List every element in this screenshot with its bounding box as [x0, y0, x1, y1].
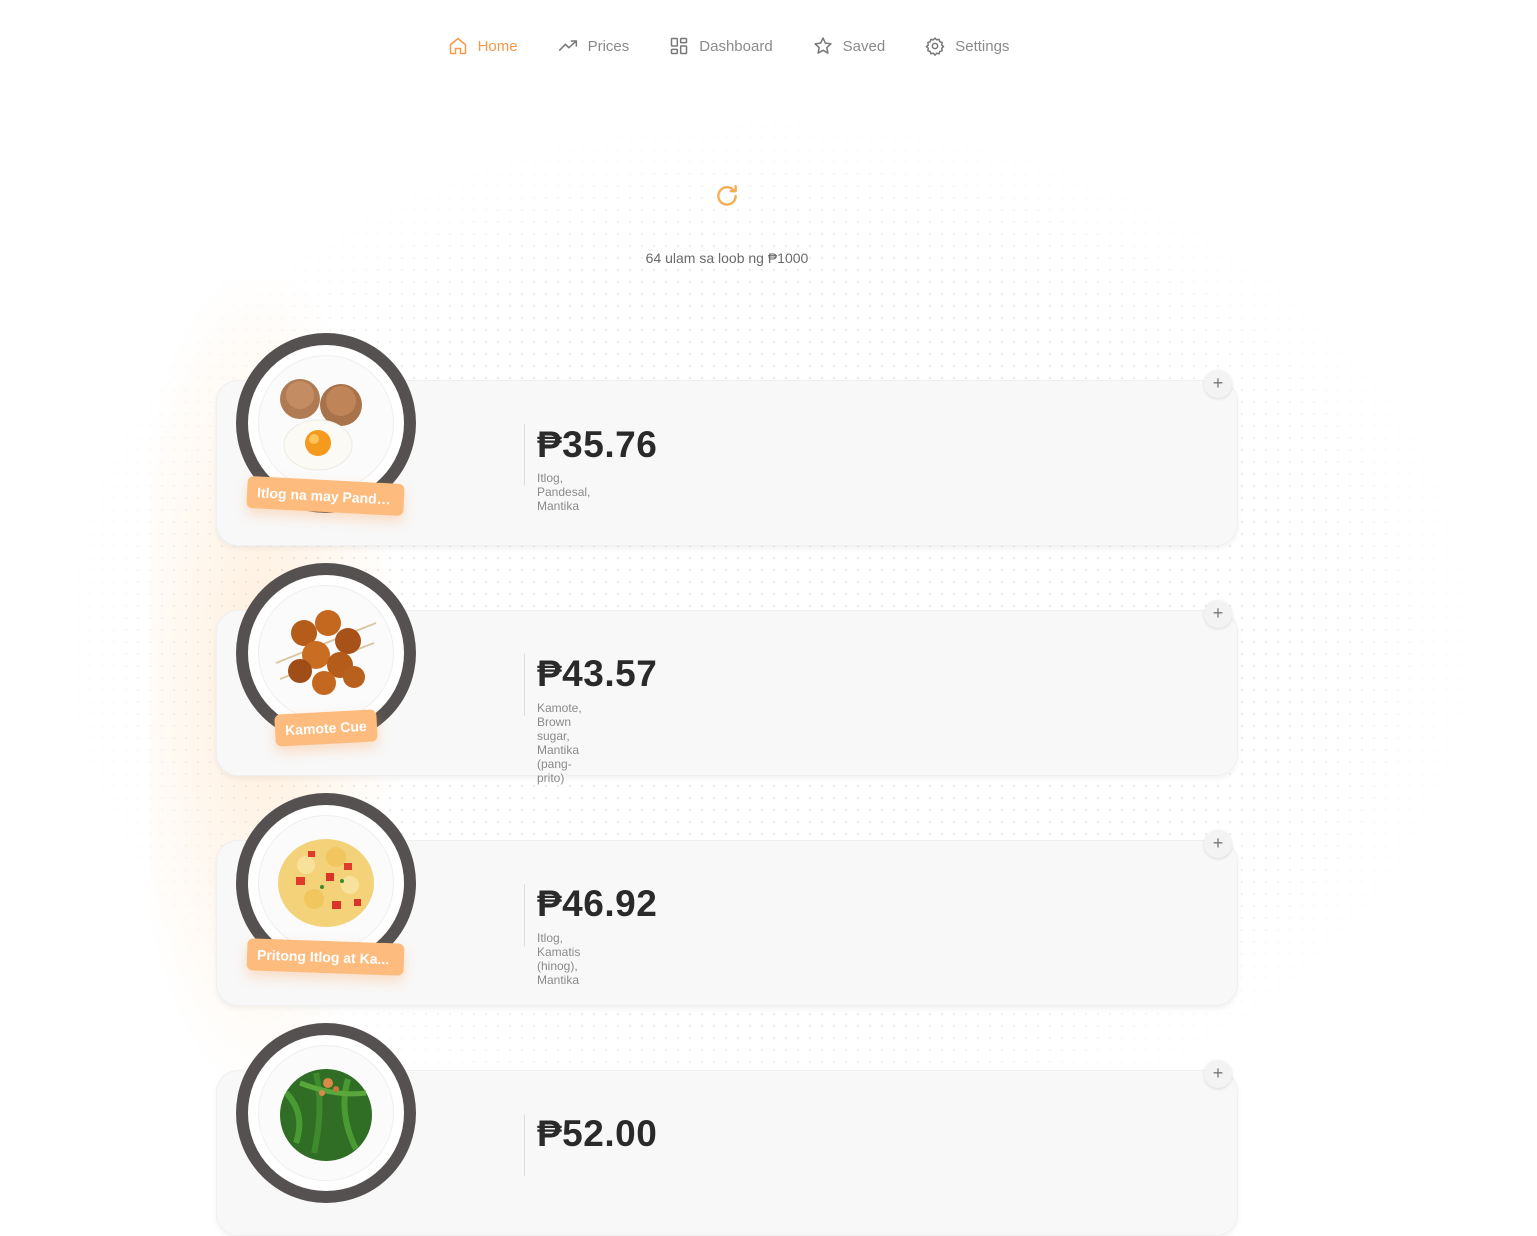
card-divider: [524, 1114, 525, 1176]
nav-item-settings[interactable]: Settings: [905, 30, 1029, 62]
nav-item-dashboard[interactable]: Dashboard: [649, 30, 792, 62]
add-button[interactable]: +: [1204, 600, 1232, 628]
add-button[interactable]: +: [1204, 830, 1232, 858]
dish-price: ₱43.57: [537, 653, 658, 694]
card-divider: [524, 424, 525, 486]
dish-ingredients: Itlog, Kamatis (hinog), Mantika: [537, 931, 581, 987]
card-divider: [524, 884, 525, 946]
add-button[interactable]: +: [1204, 1060, 1232, 1088]
result-summary: 64 ulam sa loob ng ₱1000: [645, 250, 809, 266]
star-icon: [814, 37, 832, 54]
food-image: [280, 1069, 372, 1161]
dish-price: ₱46.92: [537, 883, 658, 924]
nav-item-label: Saved: [842, 37, 886, 55]
food-image: [275, 610, 377, 695]
top-nav: Home Prices Dashboard Saved Settings: [0, 30, 1537, 62]
dish-name-tag: Pritong Itlog at Ka...: [246, 938, 405, 976]
dish-plate: [236, 1023, 416, 1203]
dish-name-tag: Kamote Cue: [274, 709, 378, 747]
add-button[interactable]: +: [1204, 370, 1232, 398]
trending-up-icon: [558, 40, 577, 51]
gear-icon: [925, 37, 945, 56]
nav-item-label: Home: [477, 37, 518, 55]
nav-item-saved[interactable]: Saved: [793, 30, 906, 62]
nav-item-prices[interactable]: Prices: [538, 30, 650, 62]
dashboard-grid-icon: [671, 37, 688, 55]
nav-item-label: Prices: [587, 37, 630, 55]
dish-ingredients: Itlog, Pandesal, Mantika: [537, 471, 591, 513]
food-image: [280, 379, 362, 471]
home-icon: [449, 37, 466, 55]
nav-item-label: Settings: [955, 37, 1010, 55]
food-image: [278, 839, 374, 927]
refresh-icon[interactable]: [714, 183, 740, 209]
card-divider: [524, 654, 525, 716]
nav-item-label: Dashboard: [699, 37, 773, 55]
nav-item-home[interactable]: Home: [428, 30, 538, 62]
dish-price: ₱35.76: [537, 424, 658, 465]
dish-ingredients: Kamote, Brown sugar, Mantika (pang-prito…: [537, 701, 582, 785]
